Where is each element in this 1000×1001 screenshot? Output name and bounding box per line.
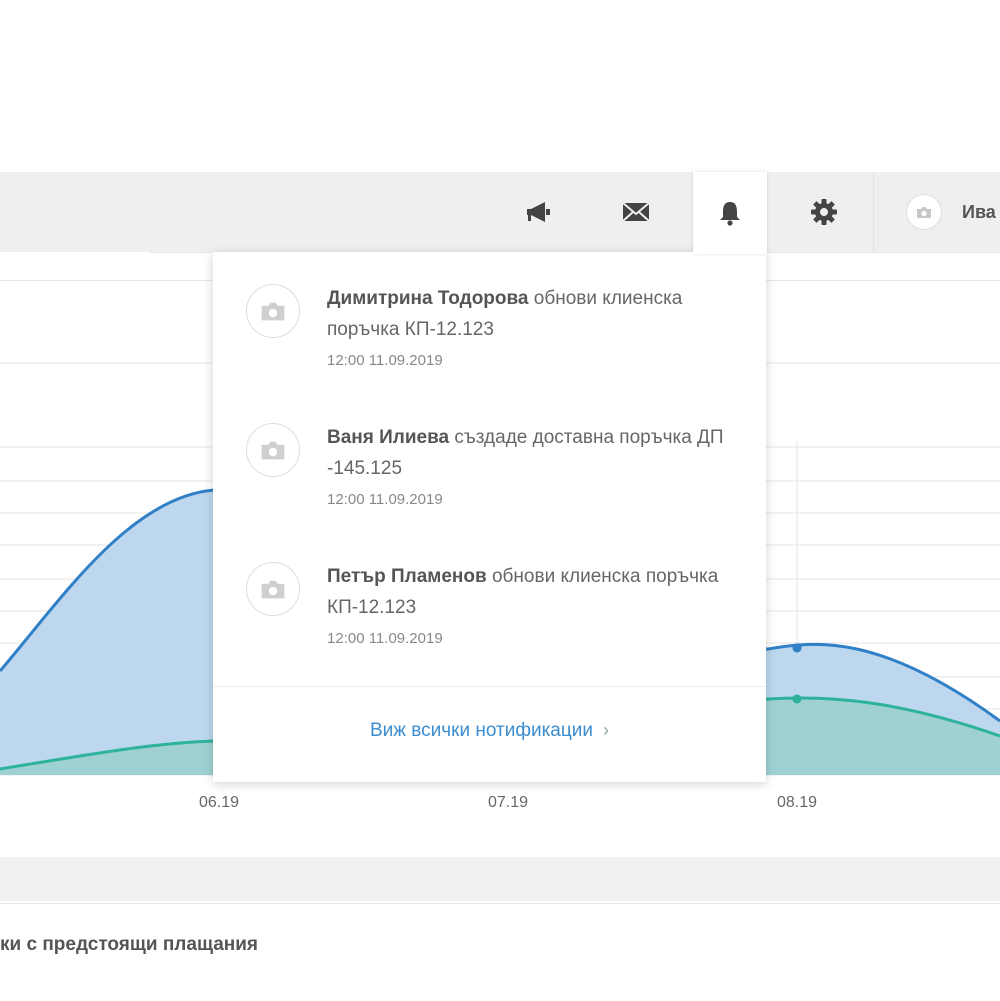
x-tick-label: 06.19 <box>199 794 239 811</box>
notifications-dropdown: Димитрина Тодорова обнови клиенска поръч… <box>213 252 766 782</box>
announcements-button[interactable] <box>512 172 564 252</box>
series-1-point <box>792 643 802 653</box>
notification-avatar <box>246 284 300 338</box>
notification-item[interactable]: Димитрина Тодорова обнови клиенска поръч… <box>213 252 766 382</box>
notification-author: Димитрина Тодорова <box>327 288 529 309</box>
notification-time: 12:00 11.09.2019 <box>327 491 443 508</box>
gear-icon <box>811 199 837 225</box>
notification-time: 12:00 11.09.2019 <box>327 352 443 369</box>
notification-text: Петър Пламенов обнови клиенска поръчка К… <box>327 561 737 623</box>
top-header: Ива <box>0 172 1000 254</box>
notifications-button[interactable] <box>693 172 767 254</box>
chevron-right-icon: › <box>602 720 609 740</box>
card-title: ки с предстоящи плащания <box>0 934 259 955</box>
dropdown-divider <box>213 686 766 687</box>
camera-icon <box>261 441 285 459</box>
header-divider <box>873 172 874 252</box>
notification-item[interactable]: Петър Пламенов обнови клиенска поръчка К… <box>213 530 766 660</box>
notification-text: Ваня Илиева създаде доставна поръчка ДП … <box>327 422 737 484</box>
notification-time: 12:00 11.09.2019 <box>327 630 443 647</box>
envelope-icon <box>622 202 650 222</box>
user-avatar <box>906 194 942 230</box>
upcoming-payments-card: ки с предстоящи плащания <box>0 903 1000 1001</box>
user-name: Ива <box>962 201 996 222</box>
camera-icon <box>261 302 285 320</box>
notification-author: Ваня Илиева <box>327 427 450 448</box>
notification-item[interactable]: Ваня Илиева създаде доставна поръчка ДП … <box>213 391 766 521</box>
messages-button[interactable] <box>608 172 664 252</box>
x-tick-label: 07.19 <box>488 794 528 811</box>
view-all-notifications-link[interactable]: Виж всички нотификации › <box>213 720 766 742</box>
x-tick-label: 08.19 <box>777 794 817 811</box>
notification-avatar <box>246 562 300 616</box>
notification-avatar <box>246 423 300 477</box>
user-menu[interactable]: Ива <box>906 172 1000 252</box>
megaphone-icon <box>527 202 550 222</box>
section-gap <box>0 857 1000 901</box>
notification-text: Димитрина Тодорова обнови клиенска поръч… <box>327 283 737 345</box>
settings-button[interactable] <box>796 172 852 252</box>
notification-author: Петър Пламенов <box>327 566 487 587</box>
bell-icon <box>720 202 740 226</box>
camera-icon <box>261 580 285 598</box>
camera-icon <box>917 206 931 218</box>
view-all-label: Виж всички нотификации <box>370 720 593 741</box>
series-2-point <box>792 694 802 704</box>
